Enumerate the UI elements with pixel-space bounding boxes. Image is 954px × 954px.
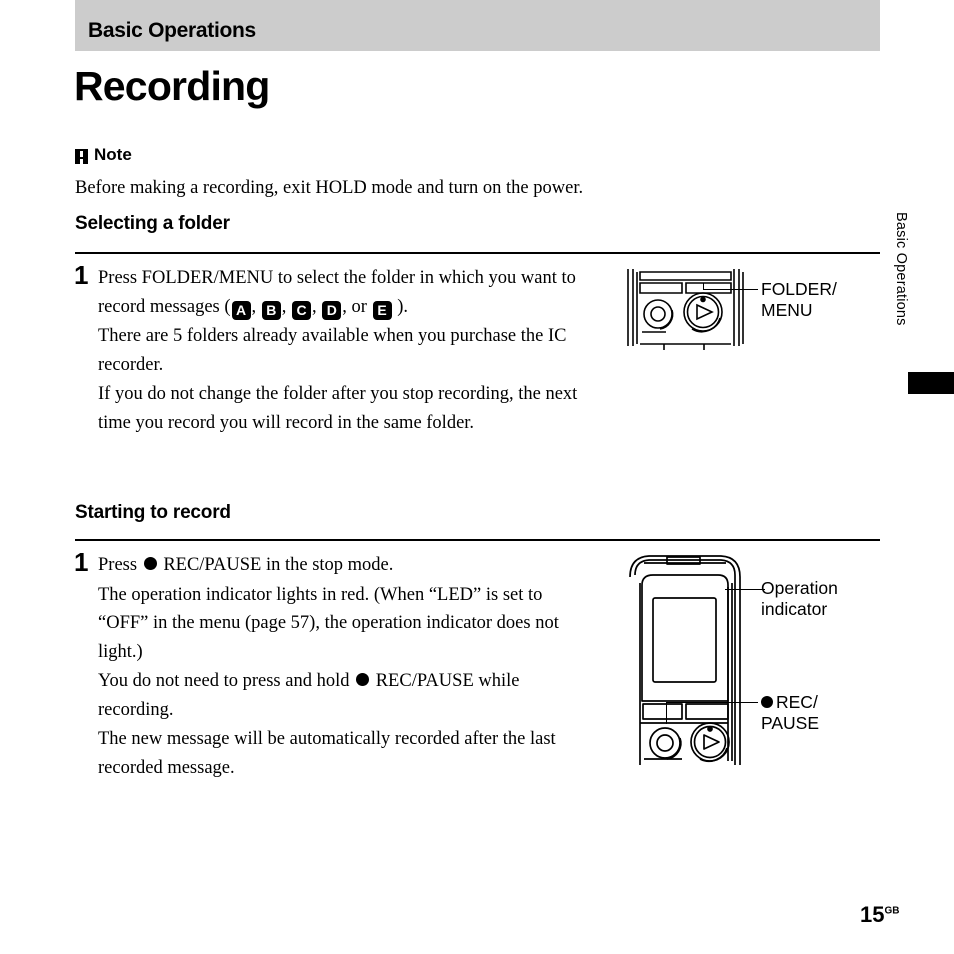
rec-pause-leader-line [667,702,758,704]
rec-dot-icon-2 [356,673,370,686]
step-line-folder-select: Press FOLDER/MENU to select the folder i… [98,264,580,321]
step-text-post: ). [392,296,408,317]
document-page: Basic Operations Recording Note Before m… [0,0,954,954]
folder-menu-leader-tick [703,283,705,290]
divider-rule-2 [75,539,880,541]
page-folio: 15GB [860,902,899,928]
divider-rule [75,252,880,254]
folder-badge-b: B [261,300,281,320]
side-tab-marker [908,372,954,394]
note-body-text: Before making a recording, exit HOLD mod… [75,178,584,198]
note-heading: Note [75,145,132,165]
subheading-starting-to-record: Starting to record [75,502,231,523]
rec-dot-icon [143,557,157,570]
folder-menu-callout-line1: FOLDER/ [761,279,837,299]
press-rec-post: REC/PAUSE in the stop mode. [158,555,394,575]
badge-sep-2: , [281,296,292,317]
step-note-led-behaviour: The operation indicator lights in red. (… [98,584,559,662]
badge-sep-or: , or [342,296,372,317]
folder-menu-callout-line2: MENU [761,300,813,320]
page-number: 15 [860,902,885,927]
subheading-selecting-a-folder: Selecting a folder [75,213,230,234]
step-line-press-rec: Press REC/PAUSE in the stop mode. [98,551,580,580]
badge-sep-3: , [312,296,322,317]
step-number: 1 [74,260,89,290]
rec-pause-callout-line1: REC/ [761,692,819,713]
step-body: Press FOLDER/MENU to select the folder i… [98,264,580,437]
side-running-tab-label: Basic Operations [893,212,909,326]
badge-sep-1: , [251,296,261,317]
step-note-no-hold: You do not need to press and hold REC/PA… [98,667,580,724]
step-number-2: 1 [74,547,89,577]
operation-indicator-callout-line2: indicator [761,599,828,619]
rec-pause-callout-label-1: REC/ [776,692,818,712]
rec-dot-icon-callout [761,696,773,708]
rec-pause-leader-tick [666,702,668,724]
rec-pause-callout: REC/ PAUSE [761,692,819,734]
chapter-header-band: Basic Operations [75,0,880,51]
folder-menu-leader-line [704,289,758,291]
ic-recorder-top-buttons-diagram [624,266,764,363]
no-hold-pre: You do not need to press and hold [98,671,355,691]
press-rec-pre: Press [98,555,142,575]
step-note-folders-available: There are 5 folders already available wh… [98,326,567,375]
rec-pause-callout-line2: PAUSE [761,713,820,733]
chapter-title: Basic Operations [88,19,256,42]
page-region-code: GB [884,905,900,917]
ic-recorder-front-diagram [622,553,762,773]
note-exclamation-icon [75,148,88,164]
folder-menu-callout: FOLDER/ MENU [761,279,837,321]
step-note-folder-persistence: If you do not change the folder after yo… [98,384,578,433]
operation-indicator-callout: Operation indicator [761,578,838,620]
folder-badge-c: C [292,300,312,320]
folder-badge-d: D [322,300,342,320]
page-title: Recording [74,63,270,109]
note-heading-label: Note [94,145,132,164]
operation-indicator-leader-line [725,589,765,591]
step-body-2: Press REC/PAUSE in the stop mode. The op… [98,551,580,782]
step-note-append-message: The new message will be automatically re… [98,729,556,778]
operation-indicator-callout-line1: Operation [761,578,838,598]
folder-badge-e: E [372,300,392,320]
folder-badge-a: A [231,300,251,320]
